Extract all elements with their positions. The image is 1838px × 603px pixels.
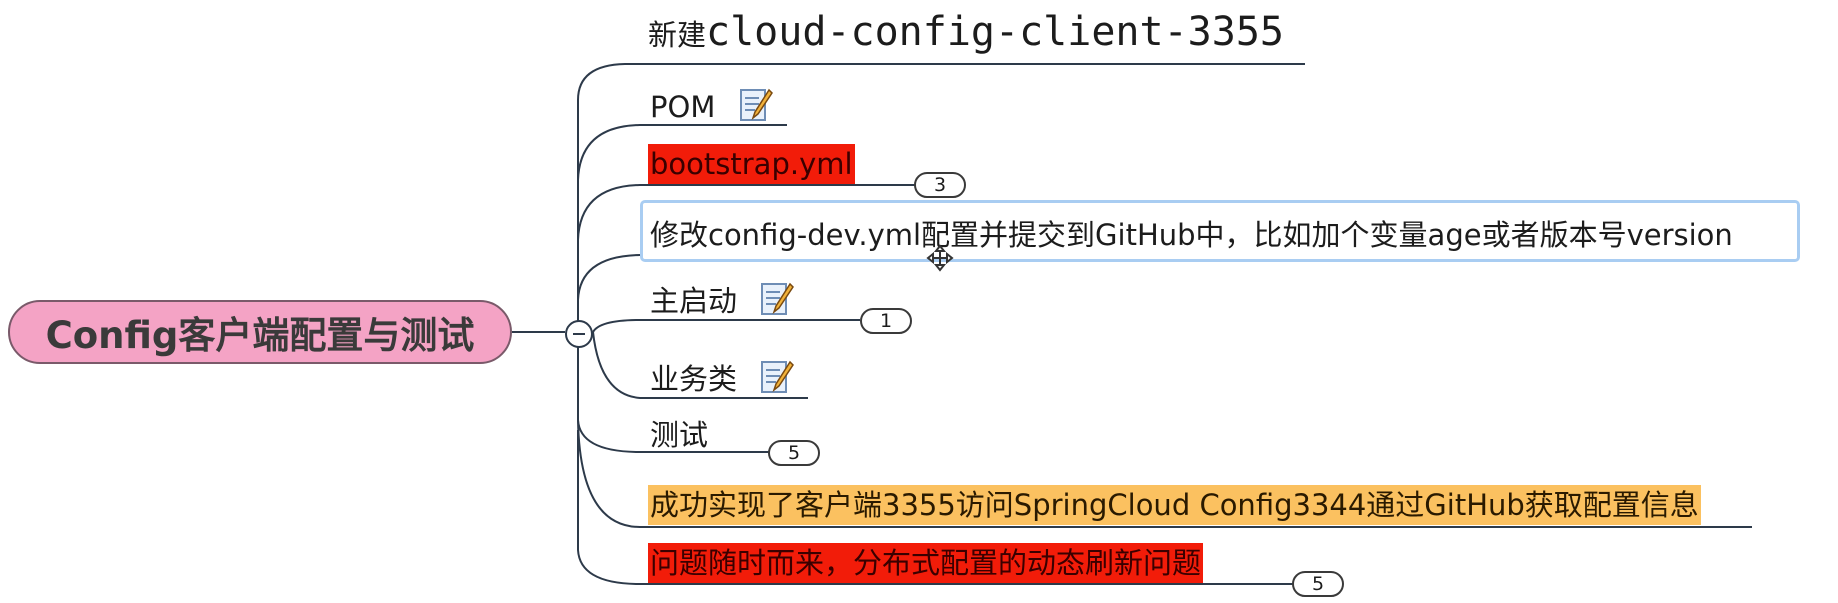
topic-label: POM xyxy=(650,90,716,124)
minus-icon xyxy=(573,333,585,335)
topic-label: 成功实现了客户端3355访问SpringCloud Config3344通过Gi… xyxy=(650,488,1699,522)
topic-label: cloud-config-client-3355 xyxy=(706,9,1284,55)
topic-problem[interactable]: 问题随时而来，分布式配置的动态刷新问题 xyxy=(648,543,1204,583)
topic-test[interactable]: 测试 xyxy=(648,415,710,455)
topic-success[interactable]: 成功实现了客户端3355访问SpringCloud Config3344通过Gi… xyxy=(648,485,1701,525)
subtopic-count-badge[interactable]: 1 xyxy=(860,308,912,334)
topic-label: 业务类 xyxy=(650,362,738,396)
topic-pom[interactable]: POM xyxy=(648,86,775,132)
branch-line-modify-config xyxy=(577,254,641,301)
subtopic-count-badge[interactable]: 5 xyxy=(768,440,820,466)
subtopic-count-badge[interactable]: 5 xyxy=(1292,571,1344,597)
subtopic-count-badge[interactable]: 3 xyxy=(914,172,966,198)
topic-prefix: 新建 xyxy=(648,18,707,52)
topic-modify-config[interactable]: 修改config-dev.yml配置并提交到GitHub中，比如加个变量age或… xyxy=(648,215,1735,255)
topic-label: 测试 xyxy=(650,418,709,452)
root-topic[interactable]: Config客户端配置与测试 xyxy=(8,300,512,364)
topic-label: bootstrap.yml xyxy=(650,147,853,181)
collapse-toggle[interactable] xyxy=(565,320,593,348)
mindmap-canvas: Config客户端配置与测试 新建cloud-config-client-335… xyxy=(0,0,1838,603)
topic-label: 主启动 xyxy=(650,284,738,318)
topic-new-module[interactable]: 新建cloud-config-client-3355 xyxy=(646,12,1286,55)
topic-business[interactable]: 业务类 xyxy=(648,358,796,404)
topic-label: 修改config-dev.yml配置并提交到GitHub中，比如加个变量age或… xyxy=(650,218,1733,252)
edit-note-icon[interactable] xyxy=(760,358,795,404)
move-cursor-icon xyxy=(926,244,954,272)
edit-note-icon[interactable] xyxy=(739,86,773,132)
topic-bootstrap[interactable]: bootstrap.yml xyxy=(648,144,855,184)
edit-note-icon[interactable] xyxy=(760,280,795,326)
topic-label: 问题随时而来，分布式配置的动态刷新问题 xyxy=(650,546,1202,580)
topic-main-start[interactable]: 主启动 xyxy=(648,280,796,326)
